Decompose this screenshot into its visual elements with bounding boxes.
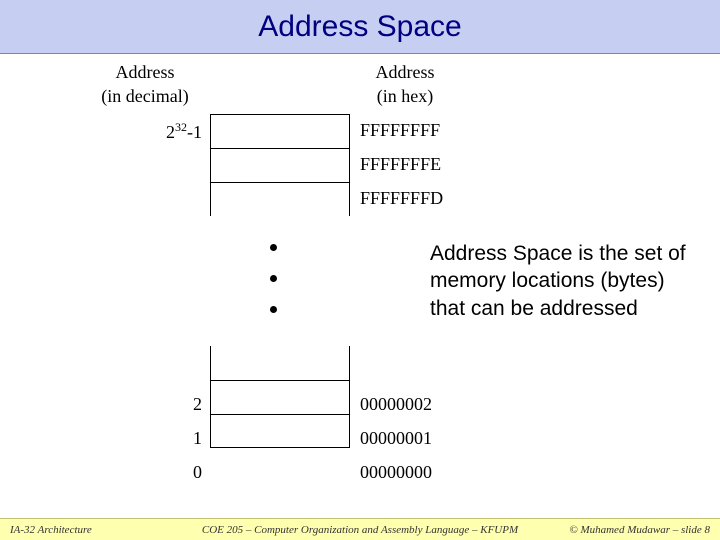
footer-left: IA-32 Architecture bbox=[10, 524, 92, 536]
dot-icon bbox=[270, 275, 277, 282]
memory-cell bbox=[210, 380, 350, 414]
hex-header: Address bbox=[350, 62, 460, 83]
slide-content: Address (in decimal) Address (in hex) 23… bbox=[0, 54, 720, 514]
footer: IA-32 Architecture COE 205 – Computer Or… bbox=[0, 518, 720, 540]
memory-cell bbox=[210, 148, 350, 182]
memory-cell bbox=[210, 114, 350, 148]
dot-icon bbox=[270, 306, 277, 313]
hex-label-b1: 00000001 bbox=[360, 428, 432, 449]
decimal-subheader: (in decimal) bbox=[90, 86, 200, 107]
dot-icon bbox=[270, 244, 277, 251]
hex-label-b2: 00000002 bbox=[360, 394, 432, 415]
footer-right: © Muhamed Mudawar – slide 8 bbox=[569, 524, 710, 536]
memory-gap bbox=[210, 216, 350, 346]
footer-center: COE 205 – Computer Organization and Asse… bbox=[202, 524, 518, 536]
dec-label-0: 0 bbox=[193, 462, 202, 483]
dec-label-2: 2 bbox=[193, 394, 202, 415]
ellipsis-dots bbox=[270, 244, 277, 313]
memory-cell bbox=[210, 346, 350, 380]
decimal-header: Address bbox=[90, 62, 200, 83]
base: 2 bbox=[166, 122, 175, 142]
memory-stack bbox=[210, 114, 350, 448]
title-bar: Address Space bbox=[0, 0, 720, 54]
hex-label-top: FFFFFFFF bbox=[360, 120, 440, 141]
hex-subheader: (in hex) bbox=[350, 86, 460, 107]
dec-label-1: 1 bbox=[193, 428, 202, 449]
hex-label-b0: 00000000 bbox=[360, 462, 432, 483]
annotation-text: Address Space is the set of memory locat… bbox=[430, 240, 690, 322]
suffix: -1 bbox=[187, 122, 202, 142]
memory-cell bbox=[210, 414, 350, 448]
hex-label-r2: FFFFFFFD bbox=[360, 188, 443, 209]
hex-label-r1: FFFFFFFE bbox=[360, 154, 441, 175]
dec-label-top: 232-1 bbox=[166, 120, 202, 143]
memory-cell bbox=[210, 182, 350, 216]
slide-title: Address Space bbox=[258, 10, 461, 44]
exp: 32 bbox=[175, 120, 187, 134]
